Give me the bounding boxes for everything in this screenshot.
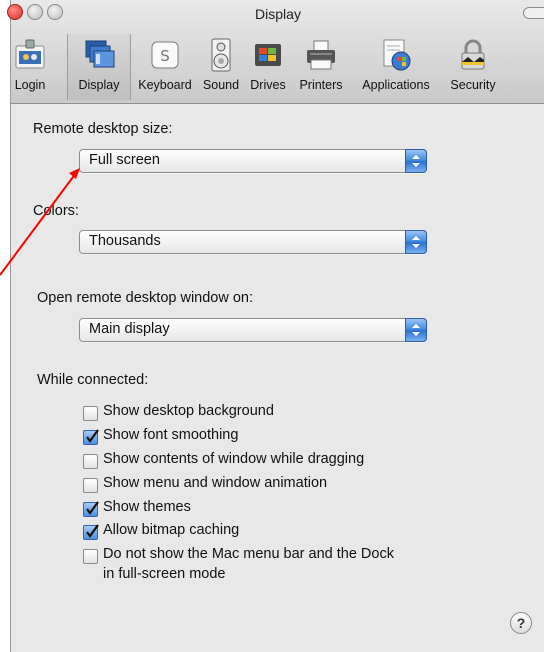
option-label: Show contents of window while dragging <box>103 451 365 467</box>
checkmark-icon <box>86 524 99 538</box>
colors-label: Colors: <box>33 203 79 219</box>
checkbox-themes[interactable] <box>83 501 99 517</box>
toolbar: Login Display S Keyboard Sound Drives Pr… <box>11 34 544 102</box>
tab-applications[interactable]: Applications <box>351 34 441 100</box>
option-label: Allow bitmap caching <box>103 522 240 538</box>
keyboard-icon: S <box>151 41 179 69</box>
popup-arrows-icon <box>405 230 427 254</box>
tab-display-label: Display <box>78 78 120 92</box>
popup-arrows-icon <box>405 149 427 173</box>
tab-printers-label: Printers <box>299 78 343 92</box>
tab-sound-label: Sound <box>202 78 240 92</box>
open-on-popup[interactable]: Main display <box>79 318 427 342</box>
option-label: Show font smoothing <box>103 427 239 443</box>
login-icon <box>15 39 45 69</box>
tab-security[interactable]: Security <box>443 34 503 100</box>
applications-icon <box>383 39 411 71</box>
open-on-label: Open remote desktop window on: <box>37 290 254 306</box>
option-label-continued: in full-screen mode <box>103 566 226 582</box>
svg-text:S: S <box>160 47 170 65</box>
colors-value: Thousands <box>89 233 161 249</box>
security-icon <box>461 39 485 70</box>
preferences-window: Display Login Display S Keyboard Sound D… <box>7 0 544 652</box>
while-connected-label: While connected: <box>37 372 149 388</box>
drives-icon <box>255 44 281 66</box>
tab-security-label: Security <box>450 78 496 92</box>
checkbox-bitmap-caching[interactable] <box>83 524 99 540</box>
option-label: Show menu and window animation <box>103 475 328 491</box>
checkbox-window-contents[interactable] <box>83 454 98 469</box>
remote-size-value: Full screen <box>89 152 160 168</box>
option-label: Do not show the Mac menu bar and the Doc… <box>103 546 394 562</box>
remote-size-label: Remote desktop size: <box>33 121 173 137</box>
checkbox-menu-animation[interactable] <box>83 478 98 493</box>
tab-applications-label: Applications <box>362 78 430 92</box>
tab-keyboard-label: Keyboard <box>138 78 192 92</box>
open-on-value: Main display <box>89 321 170 337</box>
checkbox-hide-menu-bar[interactable] <box>83 549 98 564</box>
tab-printers[interactable]: Printers <box>293 34 349 100</box>
toolbar-toggle-button[interactable] <box>523 7 544 19</box>
tab-login-label: Login <box>14 78 46 92</box>
title-bar: Display Login Display S Keyboard Sound D… <box>7 0 544 104</box>
remote-size-popup[interactable]: Full screen <box>79 149 427 173</box>
checkbox-font-smoothing[interactable] <box>83 429 99 445</box>
checkbox-desktop-background[interactable] <box>83 406 98 421</box>
help-button[interactable]: ? <box>510 612 532 634</box>
checkmark-icon <box>86 501 99 515</box>
display-icon <box>85 40 115 68</box>
printers-icon <box>307 40 335 70</box>
popup-arrows-icon <box>405 318 427 342</box>
tab-sound[interactable]: Sound <box>197 34 245 100</box>
checkmark-icon <box>86 429 99 443</box>
option-label: Show themes <box>103 499 191 515</box>
tab-keyboard[interactable]: S Keyboard <box>133 34 197 100</box>
option-label: Show desktop background <box>103 403 274 419</box>
colors-popup[interactable]: Thousands <box>79 230 427 254</box>
tab-drives-label: Drives <box>250 78 286 92</box>
tab-login[interactable]: Login <box>5 34 55 100</box>
tab-drives[interactable]: Drives <box>245 34 291 100</box>
tab-display[interactable]: Display <box>67 34 131 100</box>
sound-icon <box>211 38 231 72</box>
window-title: Display <box>255 6 301 22</box>
